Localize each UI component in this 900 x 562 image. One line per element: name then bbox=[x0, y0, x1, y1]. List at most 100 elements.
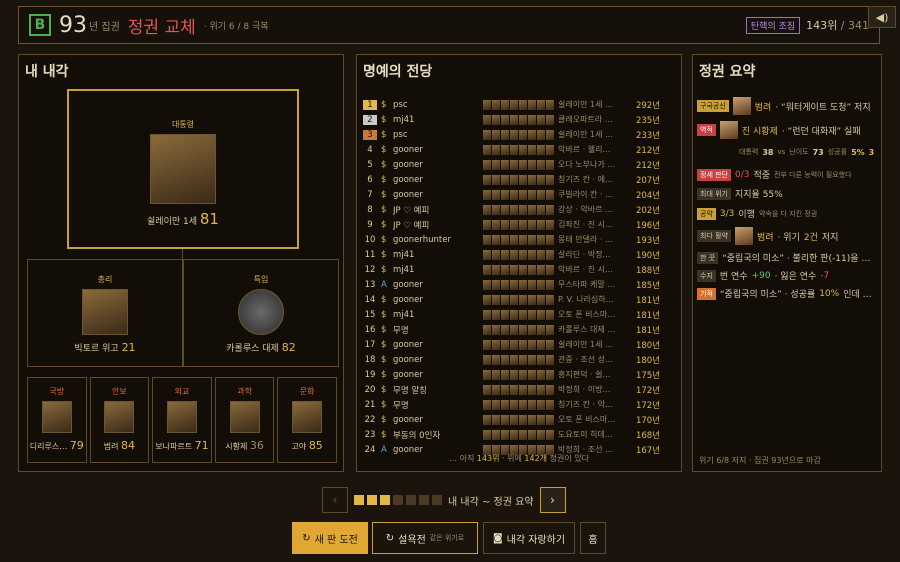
currency-icon: $ bbox=[381, 339, 387, 350]
table-row[interactable]: 9 $ JP ♡ 예피 김좌진 · 진 시… 196년 bbox=[363, 217, 677, 232]
page-dot[interactable] bbox=[432, 495, 442, 505]
page-dot[interactable] bbox=[419, 495, 429, 505]
ministers-row: 국방 디리루스… 79 안보 범려 84 외교 보나파르트 71 과학 시황제 36 문… bbox=[27, 377, 337, 463]
mini-portrait bbox=[501, 99, 509, 110]
table-row[interactable]: 3 $ psc 쉴레이만 1세 … 233년 bbox=[363, 127, 677, 142]
page-dots bbox=[354, 495, 442, 505]
mini-portrait bbox=[492, 294, 500, 305]
rank-number: 5 bbox=[367, 159, 373, 170]
mini-portrait bbox=[528, 159, 536, 170]
reign-length: 207년 bbox=[635, 175, 660, 186]
mini-portrait bbox=[510, 309, 518, 320]
table-row[interactable]: 10 $ goonerhunter 몽테 만델라 · … 193년 bbox=[363, 232, 677, 247]
mini-portrait bbox=[483, 414, 491, 425]
mini-portrait bbox=[528, 369, 536, 380]
page-dot[interactable] bbox=[367, 495, 377, 505]
mini-portrait bbox=[510, 264, 518, 275]
cabinet-names: 오다 노부나가 … bbox=[558, 160, 616, 169]
minister-card[interactable]: 문화 고야 85 bbox=[277, 377, 337, 463]
mini-portrait bbox=[528, 129, 536, 140]
new-game-button[interactable]: ↻ 새 판 도전 bbox=[292, 522, 368, 554]
page-dot[interactable] bbox=[380, 495, 390, 505]
refresh-icon: ↻ bbox=[302, 532, 311, 544]
table-row[interactable]: 4 $ gooner 악바르 · 웰리… 212년 bbox=[363, 142, 677, 157]
mini-portrait bbox=[510, 354, 518, 365]
table-row[interactable]: 2 $ mj41 클레오파트라 … 235년 bbox=[363, 112, 677, 127]
hall-of-fame-panel: 명예의 전당 1 $ psc 쉴레이만 1세 … 292년 2 $ mj41 클레오파트라 … 2… bbox=[356, 54, 682, 472]
share-cabinet-button[interactable]: ◙ 내각 자랑하기 bbox=[483, 522, 575, 554]
cabinet-portraits bbox=[483, 429, 554, 440]
table-row[interactable]: 15 $ mj41 오토 폰 비스마… 181년 bbox=[363, 307, 677, 322]
reign-length: 180년 bbox=[635, 355, 660, 366]
summary-footer: 위기 6/8 저지 · 집권 93년으로 마감 bbox=[699, 456, 821, 465]
mini-portrait bbox=[537, 99, 545, 110]
mini-portrait bbox=[501, 174, 509, 185]
pm-card[interactable]: 총리 빅토르 위고 21 bbox=[27, 259, 183, 367]
page-dot[interactable] bbox=[406, 495, 416, 505]
page-dot[interactable] bbox=[393, 495, 403, 505]
mini-portrait bbox=[510, 159, 518, 170]
mini-portrait bbox=[492, 159, 500, 170]
summary-traitor: 역적 진 시황제 · “런던 대화재” 실패 bbox=[697, 121, 861, 139]
table-row[interactable]: 5 $ gooner 오다 노부나가 … 212년 bbox=[363, 157, 677, 172]
home-button[interactable]: 홈 bbox=[580, 522, 606, 554]
president-card[interactable]: 대통령 쉴레이만 1세 81 bbox=[67, 89, 299, 249]
cabinet-title: 내 내각 bbox=[25, 64, 69, 80]
minister-card[interactable]: 국방 디리루스… 79 bbox=[27, 377, 87, 463]
table-row[interactable]: 22 $ gooner 오토 폰 비스마… 170년 bbox=[363, 412, 677, 427]
mini-portrait bbox=[546, 309, 554, 320]
cabinet-portraits bbox=[483, 174, 554, 185]
table-row[interactable]: 18 $ gooner 관중 · 조선 성… 180년 bbox=[363, 352, 677, 367]
table-row[interactable]: 17 $ gooner 쉴레이만 1세 … 180년 bbox=[363, 337, 677, 352]
minister-card[interactable]: 외교 보나파르트 71 bbox=[152, 377, 212, 463]
player-name: psc bbox=[393, 129, 408, 140]
cabinet-portraits bbox=[483, 384, 554, 395]
table-row[interactable]: 14 $ gooner P. V. 나라심하… 181년 bbox=[363, 292, 677, 307]
mini-portrait bbox=[501, 264, 509, 275]
camera-icon: ◙ bbox=[492, 532, 503, 544]
prev-page-button[interactable]: ‹ bbox=[322, 487, 348, 513]
mini-portrait bbox=[483, 99, 491, 110]
table-row[interactable]: 16 $ 무명 카롤루스 대제 … 181년 bbox=[363, 322, 677, 337]
table-row[interactable]: 19 $ gooner 흥지편덕 · 쉴… 175년 bbox=[363, 367, 677, 382]
mini-portrait bbox=[492, 264, 500, 275]
mini-portrait bbox=[492, 144, 500, 155]
table-row[interactable]: 21 $ 무명 칭기즈 칸 · 악… 172년 bbox=[363, 397, 677, 412]
sound-toggle-icon[interactable]: ◀) bbox=[868, 6, 896, 28]
summary-clutch: 한 끗 “중립국의 미소” · 불리한 판(-11)을 … bbox=[697, 251, 870, 264]
table-row[interactable]: 20 $ 무명 알칭 박정희 · 이방… 172년 bbox=[363, 382, 677, 397]
mini-portrait bbox=[546, 384, 554, 395]
rank-number: 13 bbox=[364, 279, 376, 290]
page-dot[interactable] bbox=[354, 495, 364, 505]
table-row[interactable]: 23 $ 부동의 0인자 도요토미 히데… 168년 bbox=[363, 427, 677, 442]
player-name: goonerhunter bbox=[393, 234, 451, 245]
table-row[interactable]: 11 $ mj41 살라딘 · 박정… 190년 bbox=[363, 247, 677, 262]
rematch-button[interactable]: ↻ 설욕전 같은 위기로 bbox=[372, 522, 478, 554]
table-row[interactable]: 12 $ mj41 악바르 · 진 시… 188년 bbox=[363, 262, 677, 277]
currency-icon: $ bbox=[381, 384, 387, 395]
cabinet-names: 몽테 만델라 · … bbox=[558, 235, 613, 244]
mini-portrait bbox=[483, 204, 491, 215]
mini-portrait bbox=[546, 219, 554, 230]
mini-portrait bbox=[492, 429, 500, 440]
mini-portrait bbox=[519, 114, 527, 125]
table-row[interactable]: 1 $ psc 쉴레이만 1세 … 292년 bbox=[363, 97, 677, 112]
cabinet-names: 카롤루스 대제 … bbox=[558, 325, 616, 334]
mini-portrait bbox=[483, 324, 491, 335]
table-row[interactable]: 8 $ JP ♡ 예피 강상 · 악바르 … 202년 bbox=[363, 202, 677, 217]
table-row[interactable]: 6 $ gooner 칭기즈 칸 · 에… 207년 bbox=[363, 172, 677, 187]
table-row[interactable]: 13 Agooner 무스타파 케말 … 185년 bbox=[363, 277, 677, 292]
table-row[interactable]: 7 $ gooner 쿠빌라이 칸 · … 204년 bbox=[363, 187, 677, 202]
cabinet-names: 오토 폰 비스마… bbox=[558, 310, 616, 319]
minister-card[interactable]: 안보 범려 84 bbox=[89, 377, 150, 463]
mini-portrait bbox=[528, 114, 536, 125]
mini-portrait bbox=[528, 414, 536, 425]
special-card[interactable]: 특임 카롤루스 대제 82 bbox=[183, 259, 339, 367]
minister-card[interactable]: 과학 시황제 36 bbox=[214, 377, 275, 463]
next-page-button[interactable]: › bbox=[539, 487, 566, 513]
rank-number: 7 bbox=[367, 189, 373, 200]
mini-portrait bbox=[510, 144, 518, 155]
reign-length: 181년 bbox=[635, 325, 660, 336]
mini-portrait bbox=[537, 144, 545, 155]
cabinet-portraits bbox=[483, 114, 554, 125]
